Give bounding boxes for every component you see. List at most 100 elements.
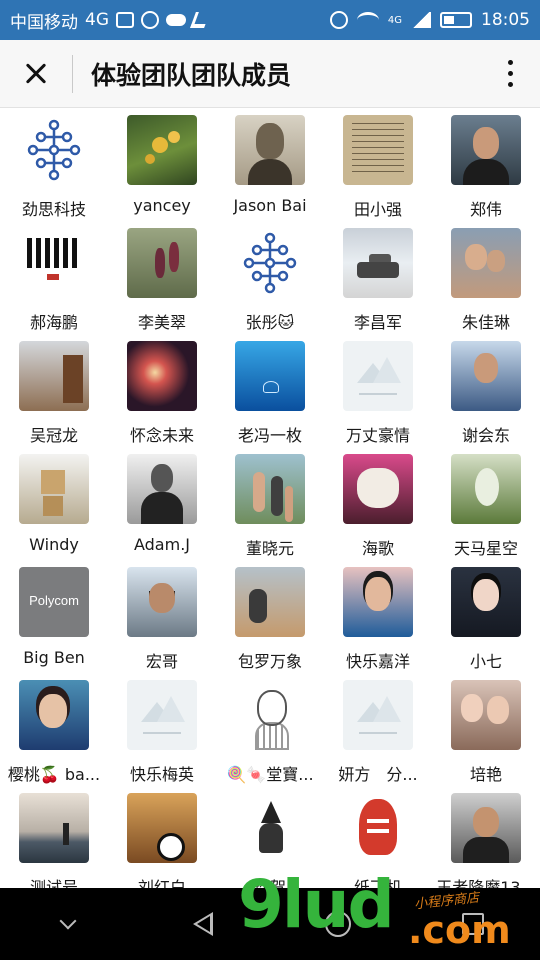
member-item[interactable]: 田小强 [324,113,432,226]
avatar [19,228,89,298]
status-right: 4G 18:05 [329,10,530,30]
member-name: Adam.J [133,535,190,554]
member-item[interactable]: 吴冠龙 [0,339,108,452]
member-name: 老冯一枚 [237,426,302,445]
member-name: 测试号 [29,878,78,888]
avatar [127,454,197,524]
member-name: 小七 [469,652,502,671]
member-item[interactable]: 朱佳琳 [432,226,540,339]
signal-icon [411,12,431,28]
member-item[interactable]: 李美翠 [108,226,216,339]
home-icon [324,911,351,937]
avatar [451,115,521,185]
member-item[interactable]: 小七 [432,565,540,678]
status-left: 中国移动 4G [10,8,330,33]
member-item[interactable]: 培艳 [432,678,540,791]
member-name: 海歌 [361,539,394,558]
avatar [451,228,521,298]
avatar [19,793,89,863]
member-item[interactable]: 妍方 分... [324,678,432,791]
member-item[interactable]: 郑伟 [432,113,540,226]
member-name: 宏哥 [145,652,178,671]
member-item[interactable]: 🍭🍬堂寶... [216,678,324,791]
home-button[interactable] [308,894,368,954]
member-name: 王者降魔13... [436,878,536,888]
wechat-icon [141,11,159,29]
member-item[interactable]: 快乐梅英 [108,678,216,791]
avatar [127,115,197,185]
member-item[interactable]: 张彤🐱 [216,226,324,339]
member-item[interactable]: 郝海鹏 [0,226,108,339]
member-name: 郝海鹏 [29,313,78,332]
avatar [235,680,305,750]
avatar [235,341,305,411]
member-item[interactable]: 樱桃🍒 ba... [0,678,108,791]
close-button[interactable] [0,40,72,108]
member-item[interactable]: yancey [108,113,216,226]
hide-nav-button[interactable] [38,894,98,954]
broom-icon [190,12,210,28]
avatar [235,793,305,863]
member-item[interactable]: 宏哥 [108,565,216,678]
member-item[interactable]: 瑶贺 [216,791,324,888]
image-icon [116,12,134,28]
member-name: 劲思科技 [21,200,86,219]
avatar [343,115,413,185]
member-item[interactable]: 怀念未来 [108,339,216,452]
member-item[interactable]: 纸飞机 [324,791,432,888]
alarm-icon [329,11,348,29]
avatar [127,341,197,411]
member-item[interactable]: 王者降魔13... [432,791,540,888]
wifi-icon [356,12,379,28]
member-item[interactable]: Jason Bai [216,113,324,226]
member-name: 快乐嘉洋 [345,652,410,671]
member-item[interactable]: 海歌 [324,452,432,565]
member-item[interactable]: 刘红白 [108,791,216,888]
carrier-label: 中国移动 [10,12,78,33]
member-item[interactable]: 快乐嘉洋 [324,565,432,678]
member-item[interactable]: 老冯一枚 [216,339,324,452]
back-button[interactable] [173,894,233,954]
member-name: 天马星空 [453,539,518,558]
member-name: 妍方 分... [338,765,418,784]
more-vertical-icon [507,60,513,65]
member-item[interactable]: 万丈豪情 [324,339,432,452]
member-name: Jason Bai [233,196,307,215]
title-bar: 体验团队团队成员 [0,40,540,108]
avatar [19,341,89,411]
member-item[interactable]: 董晓元 [216,452,324,565]
member-item[interactable]: 谢会东 [432,339,540,452]
member-name: 纸飞机 [353,878,402,888]
member-name: 谢会东 [461,426,510,445]
avatar [235,115,305,185]
member-name: 李昌军 [353,313,402,332]
member-name: 瑶贺 [253,878,286,888]
member-item[interactable]: 李昌军 [324,226,432,339]
member-name: Big Ben [23,648,85,667]
member-item[interactable]: Adam.J [108,452,216,565]
member-item[interactable]: 劲思科技 [0,113,108,226]
avatar [343,567,413,637]
more-button[interactable] [480,40,540,108]
avatar [451,341,521,411]
member-name: 郑伟 [469,200,502,219]
avatar [343,454,413,524]
member-name: 董晓元 [245,539,294,558]
member-name: yancey [133,196,191,215]
member-item[interactable]: Polycom Big Ben [0,565,108,678]
nav-bar [0,888,540,960]
member-name: 朱佳琳 [461,313,510,332]
member-name: 樱桃🍒 ba... [7,765,101,784]
avatar [451,793,521,863]
avatar [235,567,305,637]
member-item[interactable]: 天马星空 [432,452,540,565]
recent-apps-button[interactable] [443,894,503,954]
avatar [451,454,521,524]
member-item[interactable]: 测试号 [0,791,108,888]
member-item[interactable]: Windy [0,452,108,565]
chevron-down-icon [59,912,76,930]
member-item[interactable]: 包罗万象 [216,565,324,678]
battery-icon [440,12,472,28]
avatar [127,567,197,637]
avatar [343,341,413,411]
